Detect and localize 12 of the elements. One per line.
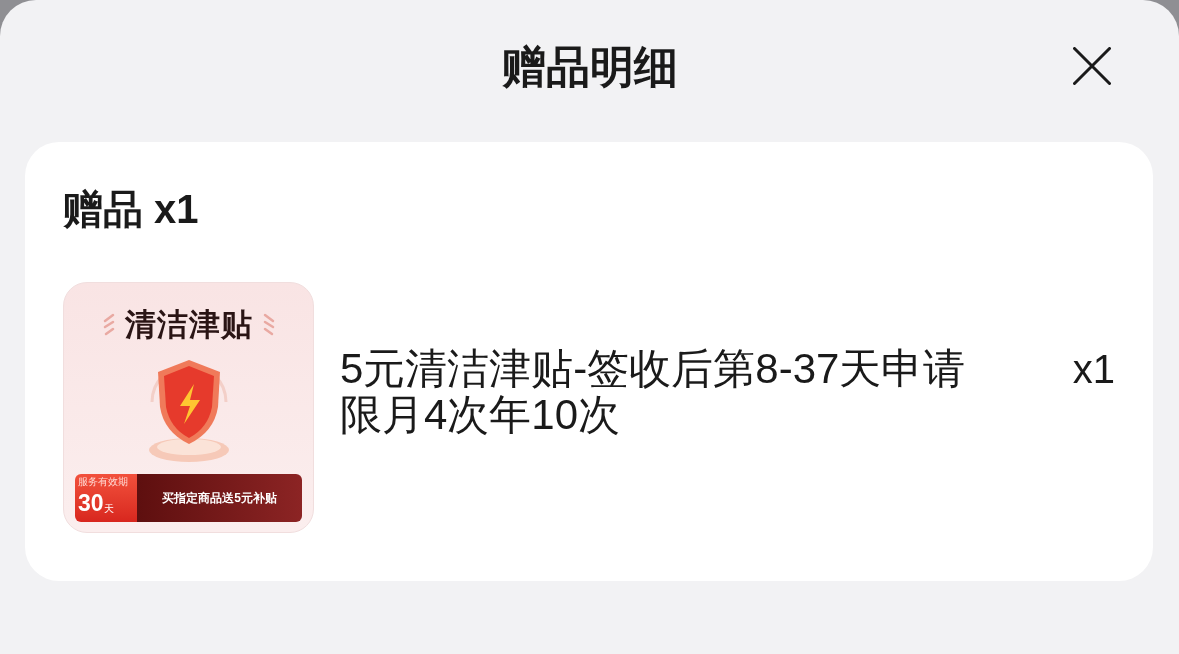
close-icon (1073, 47, 1111, 85)
badge-value: 30 (78, 489, 104, 518)
badge-unit: 天 (103, 503, 114, 516)
leaf-icon (262, 312, 275, 337)
gift-quantity: x1 (1072, 346, 1115, 392)
badge-label: 服务有效期 (78, 476, 128, 488)
sheet-title: 赠品明细 (501, 45, 678, 89)
banner-text: 买指定商品送5元补贴 (162, 490, 277, 507)
image-title: 清洁津贴 (124, 309, 253, 340)
gift-description: 5元清洁津贴-签收后第8-37天申请限月4次年10次 (340, 346, 967, 438)
leaf-icon (102, 312, 115, 337)
gift-heading: 赠品 x1 (63, 186, 199, 233)
